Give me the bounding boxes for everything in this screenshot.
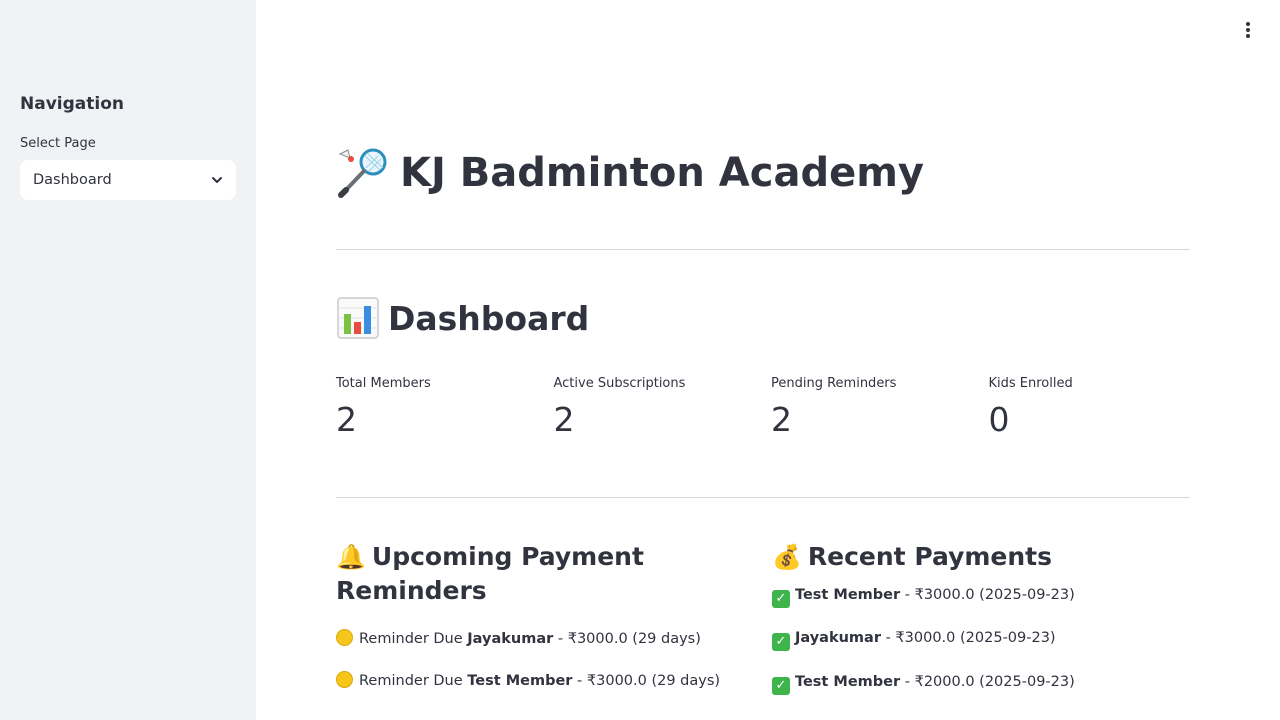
bell-icon: 🔔	[336, 543, 366, 571]
reminders-section: 🔔 Upcoming Payment Reminders Reminder Due…	[336, 540, 736, 692]
reminder-prefix: Reminder Due	[359, 631, 463, 647]
list-item: ✓ Test Member - ₹2000.0 (2025-09-23)	[772, 671, 1172, 695]
metric-value: 2	[553, 400, 575, 439]
divider	[336, 497, 1190, 498]
metric-value: 0	[988, 400, 1010, 439]
metric-label: Active Subscriptions	[553, 376, 686, 391]
menu-dot-icon	[1246, 28, 1250, 32]
list-item: Reminder Due Test Member - ₹3000.0 (29 d…	[336, 670, 736, 692]
page-select-value: Dashboard	[33, 172, 112, 188]
dashboard-title: Dashboard	[388, 298, 590, 338]
check-mark-icon: ✓	[772, 590, 790, 608]
dashboard-heading: Dashboard	[336, 296, 589, 340]
list-item: ✓ Test Member - ₹3000.0 (2025-09-23)	[772, 584, 1172, 608]
sidebar: Navigation Select Page Dashboard	[0, 0, 256, 720]
check-mark-icon: ✓	[772, 633, 790, 651]
list-item: ✓ Jayakumar - ₹3000.0 (2025-09-23)	[772, 627, 1172, 651]
main-content: KJ Badminton Academy Dashboard Total Mem	[256, 0, 1280, 720]
metric-value: 2	[771, 400, 792, 439]
metric-active-subscriptions: Active Subscriptions 2	[554, 376, 772, 440]
payment-detail: - ₹3000.0 (2025-09-23)	[880, 630, 1056, 646]
app-title: KJ Badminton Academy	[400, 150, 924, 196]
money-bag-icon: 💰	[772, 543, 802, 571]
metric-kids-enrolled: Kids Enrolled 0	[989, 376, 1207, 440]
reminder-detail: - ₹3000.0 (29 days)	[553, 631, 701, 647]
metric-value: 2	[336, 400, 357, 439]
member-name: Jayakumar	[467, 631, 554, 647]
member-name: Test Member	[795, 587, 901, 603]
list-item: Reminder Due Jayakumar - ₹3000.0 (29 day…	[336, 628, 736, 650]
payments-section: 💰 Recent Payments ✓ Test Member - ₹3000.0 …	[772, 540, 1172, 695]
check-mark-icon: ✓	[772, 677, 790, 695]
main-menu-button[interactable]	[1242, 20, 1254, 40]
member-name: Test Member	[467, 673, 573, 689]
select-page-label: Select Page	[20, 136, 96, 151]
payments-heading: 💰 Recent Payments	[772, 540, 1172, 574]
metrics-row: Total Members 2 Active Subscriptions 2 P…	[336, 376, 1206, 440]
metric-label: Total Members	[336, 376, 431, 391]
page-title: KJ Badminton Academy	[336, 146, 924, 200]
reminders-title: Upcoming Payment Reminders	[336, 542, 644, 605]
chevron-down-icon	[212, 177, 222, 183]
member-name: Jayakumar	[795, 630, 881, 646]
member-name: Test Member	[795, 674, 901, 690]
payment-detail: - ₹2000.0 (2025-09-23)	[900, 674, 1075, 690]
sidebar-heading: Navigation	[20, 94, 124, 114]
reminder-detail: - ₹3000.0 (29 days)	[572, 673, 721, 689]
yellow-circle-icon	[336, 671, 353, 688]
metric-total-members: Total Members 2	[336, 376, 554, 440]
payments-title: Recent Payments	[807, 542, 1053, 571]
app-root: Navigation Select Page Dashboard KJ Badm…	[0, 0, 1280, 720]
divider	[336, 249, 1190, 250]
metric-pending-reminders: Pending Reminders 2	[771, 376, 989, 440]
menu-dot-icon	[1246, 34, 1250, 38]
page-select[interactable]: Dashboard	[20, 160, 236, 200]
bar-chart-icon	[337, 297, 379, 339]
payment-detail: - ₹3000.0 (2025-09-23)	[900, 587, 1075, 603]
metric-label: Pending Reminders	[771, 376, 897, 391]
menu-dot-icon	[1246, 22, 1250, 26]
badminton-racket-icon	[338, 148, 387, 198]
yellow-circle-icon	[336, 629, 353, 646]
metric-label: Kids Enrolled	[988, 376, 1073, 391]
reminder-prefix: Reminder Due	[359, 673, 463, 689]
reminders-heading: 🔔 Upcoming Payment Reminders	[336, 540, 736, 608]
